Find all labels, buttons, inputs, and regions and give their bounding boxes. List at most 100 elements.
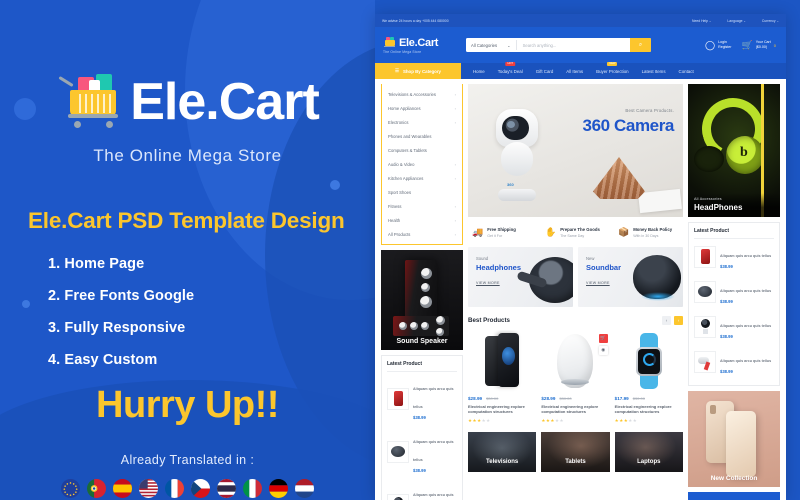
user-icon: ◯ <box>705 39 716 50</box>
flag-pt-icon <box>87 479 106 498</box>
shop-by-category-button[interactable]: ☰ Shop By Category <box>375 63 461 79</box>
category-item[interactable]: Kitchen Appliances › <box>382 171 462 185</box>
product-name: Electrical engineering explore computati… <box>468 403 525 415</box>
nav-item-contact[interactable]: Contact <box>679 69 694 74</box>
category-tile-televisions[interactable]: Televisions <box>468 432 537 473</box>
topbar-message: We advise 24 hours a day +005 444 080000 <box>382 18 449 23</box>
list-item[interactable]: Aliquam quis arcu quis tellus $38.99 <box>694 239 774 274</box>
search-category-select[interactable]: All Categories ⌄ <box>466 40 517 50</box>
topbar-currency[interactable]: Currency <box>762 19 779 23</box>
site-topbar: We advise 24 hours a day +005 444 080000… <box>375 14 786 27</box>
category-tile-laptops[interactable]: Laptops <box>614 432 683 473</box>
category-item[interactable]: Computers & Tablets <box>382 143 462 157</box>
nav-item-home[interactable]: Home <box>473 69 485 74</box>
category-item[interactable]: All Products › <box>382 227 462 241</box>
site-navbar: ☰ Shop By Category Home HOT Today's Deal… <box>375 61 786 79</box>
category-item[interactable]: Sport Shoes <box>382 185 462 199</box>
product-rating: ★★★★★ <box>468 418 491 424</box>
list-item[interactable]: Aliquam quis arcu quis tellus $38.99 <box>694 344 774 379</box>
return-box-icon: 📦 <box>618 226 630 237</box>
category-label: Televisions & Accessories <box>388 91 436 97</box>
register-label: Register <box>718 45 732 49</box>
nav-item-latest-items[interactable]: Latest Items <box>642 69 666 74</box>
flag-es-icon <box>113 479 132 498</box>
category-label: Audio & Video <box>388 161 415 167</box>
product-price: $28.99 <box>468 395 483 401</box>
nav-item-buyer-protection[interactable]: NEW Buyer Protection <box>596 61 629 74</box>
category-item[interactable]: Televisions & Accessories › <box>382 87 462 101</box>
product-name: Aliquam quis arcu quis tellus <box>720 324 772 328</box>
carousel-prev-button[interactable]: ‹ <box>662 315 671 325</box>
service-sub: The Same Day <box>560 233 585 238</box>
topbar-language[interactable]: Language <box>727 19 745 23</box>
nav-item-todays-deal[interactable]: HOT Today's Deal <box>497 61 523 74</box>
hero-banner[interactable]: Best Camera Products. 360 Camera 360 <box>468 84 683 217</box>
search-bar[interactable]: All Categories ⌄ Search anything... ⌕ <box>466 38 651 52</box>
nav-item-all-items[interactable]: All Items <box>566 69 583 74</box>
promo-tagline: The Online Mega Store <box>93 146 282 165</box>
category-item[interactable]: Home Appliances › <box>382 101 462 115</box>
product-thumbnail <box>387 493 409 500</box>
headphones-side-banner[interactable]: All Accessories HeadPhones <box>688 84 780 217</box>
sound-speaker-banner[interactable]: Sound Speaker <box>381 250 463 350</box>
product-card[interactable]: 🛒 ◉ $28.99 $30.00 Electrical engineering… <box>541 329 610 425</box>
category-label: Computers & Tablets <box>388 147 427 153</box>
headphones-banner[interactable]: Sound Headphones VIEW MORE <box>468 246 573 307</box>
list-item[interactable]: Aliquam quis arcu quis tellus $38.99 <box>387 425 457 478</box>
search-button[interactable]: ⌕ <box>630 38 651 52</box>
shopping-cart-icon <box>383 37 396 48</box>
promo-logo: Ele.Cart <box>26 74 349 130</box>
list-item: 4. Easy Custom <box>48 352 158 368</box>
flag-us-icon <box>139 479 158 498</box>
carousel-next-button[interactable]: › <box>674 315 683 325</box>
website-mockup: We advise 24 hours a day +005 444 080000… <box>375 14 786 500</box>
service-title: Money Back Policy <box>633 227 673 232</box>
category-label: Home Appliances <box>388 105 421 111</box>
product-image <box>468 329 537 392</box>
login-register-button[interactable]: ◯ Login Register <box>705 40 731 50</box>
category-item[interactable]: Audio & Video › <box>382 157 462 171</box>
list-item[interactable]: Aliquam quis arcu quis tellus $38.99 <box>694 274 774 309</box>
category-item[interactable]: Fitness › <box>382 199 462 213</box>
chevron-right-icon: › <box>454 175 456 181</box>
product-name: Aliquam quis arcu quis tellus <box>720 359 772 363</box>
promo-brand-name: Ele.Cart <box>130 73 320 131</box>
product-card[interactable]: $17.99 $30.00 Electrical engineering exp… <box>614 329 683 425</box>
tile-label: Televisions <box>486 459 519 466</box>
list-item: 2. Free Fonts Google <box>48 288 195 304</box>
category-item[interactable]: Health › <box>382 213 462 227</box>
category-item[interactable]: Electronics › <box>382 115 462 129</box>
menu-icon: ☰ <box>395 68 399 73</box>
nav-item-label: Today's Deal <box>497 68 523 74</box>
product-rating: ★★★★★ <box>541 418 565 424</box>
soundbar-banner[interactable]: New Soundbar VIEW MORE <box>578 246 683 307</box>
list-item[interactable]: Aliquam quis arcu quis tellus $38.99 <box>387 478 457 500</box>
truck-icon: 🚚 <box>472 226 484 237</box>
hero-subtitle: Best Camera Products. <box>625 108 674 113</box>
topbar-need-help[interactable]: Need Help <box>692 19 711 23</box>
hero-vase-prop <box>593 157 645 199</box>
list-item[interactable]: Aliquam quis arcu quis tellus $38.99 <box>387 372 457 425</box>
category-tile-tablets[interactable]: Tablets <box>541 432 610 473</box>
cart-button[interactable]: 🛒 Your Cart ($0.00) 0 <box>741 40 776 50</box>
new-collection-banner[interactable]: New Collection <box>688 391 780 487</box>
list-item[interactable]: Aliquam quis arcu quis tellus $38.99 <box>694 309 774 344</box>
chevron-right-icon: › <box>454 203 456 209</box>
service-prepare-goods: ✋ Prepare The Goods The Same Day <box>541 222 610 243</box>
search-input[interactable]: Search anything... <box>517 43 630 48</box>
category-item[interactable]: Phones and Wearables <box>382 129 462 143</box>
cart-icon: 🛒 <box>741 39 753 50</box>
category-label: Kitchen Appliances <box>388 175 424 181</box>
promo-panel: Ele.Cart The Online Mega Store Ele.Cart … <box>0 0 375 500</box>
site-logo[interactable]: Ele.Cart The Online Mega Store <box>383 37 455 54</box>
service-title: Free Shipping <box>487 227 516 232</box>
quick-view-icon[interactable]: ◉ <box>598 345 608 355</box>
product-card[interactable]: $28.99 $30.00 Electrical engineering exp… <box>468 329 537 425</box>
list-item: 1. Home Page <box>48 256 145 272</box>
category-label: Electronics <box>388 119 409 125</box>
nav-tag-new: NEW <box>607 61 618 67</box>
search-icon: ⌕ <box>638 41 643 48</box>
add-to-cart-icon[interactable]: 🛒 <box>598 333 608 343</box>
nav-item-gift-card[interactable]: Gift Card <box>536 69 554 74</box>
flag-eu-icon <box>61 479 80 498</box>
